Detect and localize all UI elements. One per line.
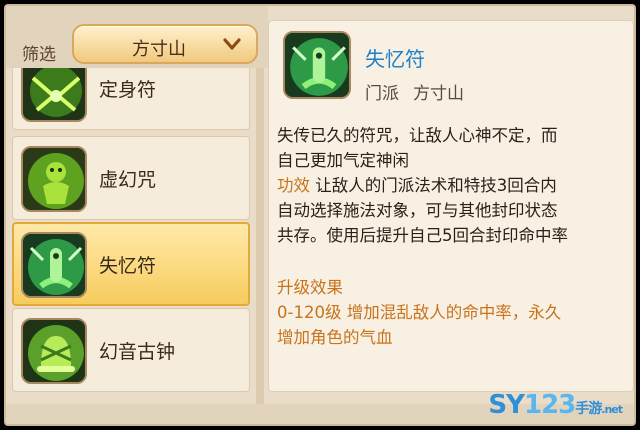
- amnesia-talisman-icon: [21, 232, 87, 298]
- school-filter-dropdown[interactable]: 方寸山: [72, 24, 258, 64]
- skill-name: 虚幻咒: [99, 169, 157, 191]
- effect-line: 共存。使用后提升自己5回合封印命中率: [277, 226, 568, 245]
- upgrade-title: 升级效果: [277, 278, 343, 297]
- filter-selected-value: 方寸山: [132, 39, 186, 60]
- upgrade-line: 增加角色的气血: [277, 328, 393, 347]
- list-item[interactable]: 虚幻咒: [12, 136, 250, 220]
- list-item[interactable]: 定身符: [12, 68, 250, 130]
- list-item-selected[interactable]: 失忆符: [12, 222, 250, 306]
- amnesia-talisman-icon: [283, 31, 351, 99]
- skill-name: 失忆符: [99, 255, 157, 277]
- upgrade-line: 0-120级 增加混乱敌人的命中率，永久: [277, 303, 562, 322]
- ancient-bell-icon: [21, 318, 87, 384]
- skill-title: 失忆符: [365, 47, 425, 71]
- chevron-down-icon: [223, 38, 241, 50]
- site-watermark-logo: SY123手游.net: [488, 390, 623, 420]
- skill-list[interactable]: 定身符 虚幻咒 失忆符 幻音古钟: [6, 68, 254, 404]
- filter-label: 筛选: [22, 45, 56, 65]
- desc-line: 失传已久的符咒，让敌人心神不定，而: [277, 126, 558, 145]
- filter-bar: 筛选 方寸山: [6, 6, 268, 68]
- skill-detail-panel: 失忆符 门派 方寸山 失传已久的符咒，让敌人心神不定，而 自己更加气定神闲 功效 …: [268, 20, 634, 392]
- effect-line: 自动选择施法对象，可与其他封印状态: [277, 201, 558, 220]
- skill-description: 失传已久的符咒，让敌人心神不定，而 自己更加气定神闲 功效 让敌人的门派法术和特…: [277, 123, 627, 248]
- school-value: 方寸山: [413, 84, 464, 104]
- effect-line: 功效 让敌人的门派法术和特技3回合内: [277, 176, 557, 195]
- skill-window: 筛选 方寸山 定身符 虚幻咒 失忆符 幻音古钟 失忆符 门派 方寸山 失传已久的…: [4, 4, 636, 426]
- skill-name: 定身符: [99, 79, 157, 101]
- phantom-spell-icon: [21, 146, 87, 212]
- upgrade-effect: 升级效果 0-120级 增加混乱敌人的命中率，永久 增加角色的气血: [277, 275, 627, 350]
- list-scrollbar[interactable]: [256, 68, 264, 404]
- skill-school: 门派 方寸山: [365, 79, 464, 104]
- effect-key: 功效: [277, 176, 310, 195]
- school-key: 门派: [365, 84, 399, 104]
- list-item[interactable]: 幻音古钟: [12, 308, 250, 392]
- desc-line: 自己更加气定神闲: [277, 151, 409, 170]
- sealing-talisman-icon: [21, 68, 87, 122]
- skill-name: 幻音古钟: [99, 341, 176, 363]
